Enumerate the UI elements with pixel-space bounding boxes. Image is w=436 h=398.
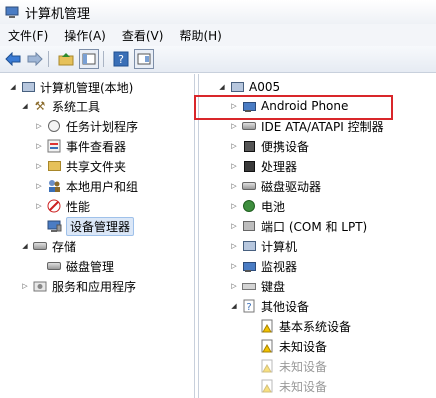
expand-arrow-icon[interactable]: ▷ [229, 241, 239, 251]
computer-management-icon [5, 6, 19, 18]
device-node-ports[interactable]: ▷ 端口 (COM 和 LPT) [229, 217, 367, 235]
svg-text:?: ? [118, 53, 124, 66]
ide-controller-icon [241, 119, 257, 134]
event-viewer-icon [46, 139, 62, 154]
processor-icon [241, 159, 257, 174]
expand-arrow-icon[interactable]: ▷ [34, 161, 44, 171]
tree-node-label-selected: 设备管理器 [66, 216, 135, 236]
computer-icon [229, 80, 245, 95]
expand-arrow-icon[interactable]: ▷ [34, 201, 44, 211]
device-node-computer-class[interactable]: ▷ 计算机 [229, 237, 297, 255]
tree-node-device-manager[interactable]: 设备管理器 [46, 216, 135, 236]
device-node-unknown-device-3[interactable]: 未知设备 [259, 377, 327, 395]
forward-arrow-icon[interactable] [26, 50, 44, 68]
expand-arrow-icon[interactable]: ▷ [229, 121, 239, 131]
toolbar: ? [0, 46, 436, 73]
tree-node-local-users[interactable]: ▷ 本地用户和组 [34, 177, 138, 195]
expand-arrow-icon[interactable]: ▷ [229, 141, 239, 151]
up-folder-icon[interactable] [57, 50, 75, 68]
toolbar-separator [103, 51, 104, 67]
expand-arrow-icon[interactable]: ◢ [229, 301, 239, 311]
warning-device-icon [259, 379, 275, 394]
expand-arrow-icon[interactable]: ◢ [217, 82, 227, 92]
tree-node-event-viewer[interactable]: ▷ 事件查看器 [34, 137, 126, 155]
disk-management-icon [46, 259, 62, 274]
tree-node-computer-management[interactable]: ◢ 计算机管理(本地) [8, 78, 133, 96]
expand-arrow-icon[interactable]: ▷ [229, 181, 239, 191]
device-node-disk-drives[interactable]: ▷ 磁盘驱动器 [229, 177, 321, 195]
device-node-keyboards[interactable]: ▷ 键盘 [229, 277, 285, 295]
users-icon [46, 179, 62, 194]
expand-arrow-icon[interactable]: ◢ [8, 82, 18, 92]
device-node-unknown-device-2[interactable]: 未知设备 [259, 357, 327, 375]
expand-arrow-icon[interactable]: ▷ [229, 281, 239, 291]
menu-bar: 文件(F) 操作(A) 查看(V) 帮助(H) [0, 24, 436, 46]
device-node-unknown-device-1[interactable]: 未知设备 [259, 337, 327, 355]
highlight-annotation-box [194, 95, 393, 120]
tree-node-performance[interactable]: ▷ 性能 [34, 197, 90, 215]
computer-management-icon [20, 80, 36, 95]
back-arrow-icon[interactable] [4, 50, 22, 68]
battery-icon [241, 199, 257, 214]
system-tools-icon: ⚒ [34, 99, 46, 113]
device-node-processors[interactable]: ▷ 处理器 [229, 157, 297, 175]
monitor-icon [241, 259, 257, 274]
expand-arrow-icon[interactable]: ▷ [229, 261, 239, 271]
performance-icon [46, 199, 62, 214]
tree-node-shared-folders[interactable]: ▷ 共享文件夹 [34, 157, 126, 175]
expand-arrow-icon[interactable]: ▷ [34, 181, 44, 191]
clock-icon [46, 119, 62, 134]
svg-text:?: ? [246, 302, 251, 313]
title-bar: 计算机管理 [0, 0, 436, 24]
tree-node-disk-management[interactable]: 磁盘管理 [46, 257, 114, 275]
device-manager-icon [46, 219, 62, 234]
device-tree-pane: ◢ A005 ▷ Android Phone ▷ IDE ATA/ATAPI 控… [198, 74, 436, 398]
expand-arrow-icon[interactable]: ◢ [20, 101, 30, 111]
tree-node-task-scheduler[interactable]: ▷ 任务计划程序 [34, 117, 138, 135]
computer-icon [241, 239, 257, 254]
keyboard-icon [241, 279, 257, 294]
port-icon [241, 219, 257, 234]
device-node-batteries[interactable]: ▷ 电池 [229, 197, 285, 215]
warning-device-icon [259, 319, 275, 334]
disk-drive-icon [241, 179, 257, 194]
storage-icon [32, 239, 48, 254]
device-node-portable-devices[interactable]: ▷ 便携设备 [229, 137, 309, 155]
services-icon [32, 279, 48, 294]
portable-device-icon [241, 139, 257, 154]
device-node-other-devices[interactable]: ◢ ? 其他设备 [229, 297, 309, 315]
expand-arrow-icon[interactable]: ▷ [34, 121, 44, 131]
device-node-computer[interactable]: ◢ A005 [217, 78, 280, 96]
expand-arrow-icon[interactable]: ▷ [20, 281, 30, 291]
expand-arrow-icon[interactable]: ▷ [229, 221, 239, 231]
other-devices-icon: ? [241, 299, 257, 314]
properties-icon[interactable] [134, 49, 154, 69]
expand-arrow-icon[interactable]: ◢ [20, 241, 30, 251]
tree-node-services-applications[interactable]: ▷ 服务和应用程序 [20, 277, 136, 295]
warning-device-icon [259, 339, 275, 354]
menu-view[interactable]: 查看(V) [114, 27, 172, 44]
show-hide-tree-icon[interactable] [79, 49, 99, 69]
tree-node-system-tools[interactable]: ◢ ⚒ 系统工具 [20, 97, 100, 115]
warning-device-icon [259, 359, 275, 374]
device-node-base-system-device[interactable]: 基本系统设备 [259, 317, 351, 335]
console-tree-pane: ◢ 计算机管理(本地) ◢ ⚒ 系统工具 ▷ 任务计划程序 ▷ 事件查看器 ▷ … [4, 74, 195, 398]
tree-node-storage[interactable]: ◢ 存储 [20, 237, 76, 255]
expand-arrow-icon[interactable]: ▷ [34, 141, 44, 151]
shared-folder-icon [46, 159, 62, 174]
expand-arrow-icon[interactable]: ▷ [229, 161, 239, 171]
device-node-monitors[interactable]: ▷ 监视器 [229, 257, 297, 275]
menu-file[interactable]: 文件(F) [0, 27, 56, 44]
menu-action[interactable]: 操作(A) [56, 27, 114, 44]
help-icon[interactable]: ? [112, 50, 130, 68]
menu-help[interactable]: 帮助(H) [171, 27, 229, 44]
window-title: 计算机管理 [25, 6, 91, 22]
expand-arrow-icon[interactable]: ▷ [229, 201, 239, 211]
toolbar-separator [48, 51, 49, 67]
